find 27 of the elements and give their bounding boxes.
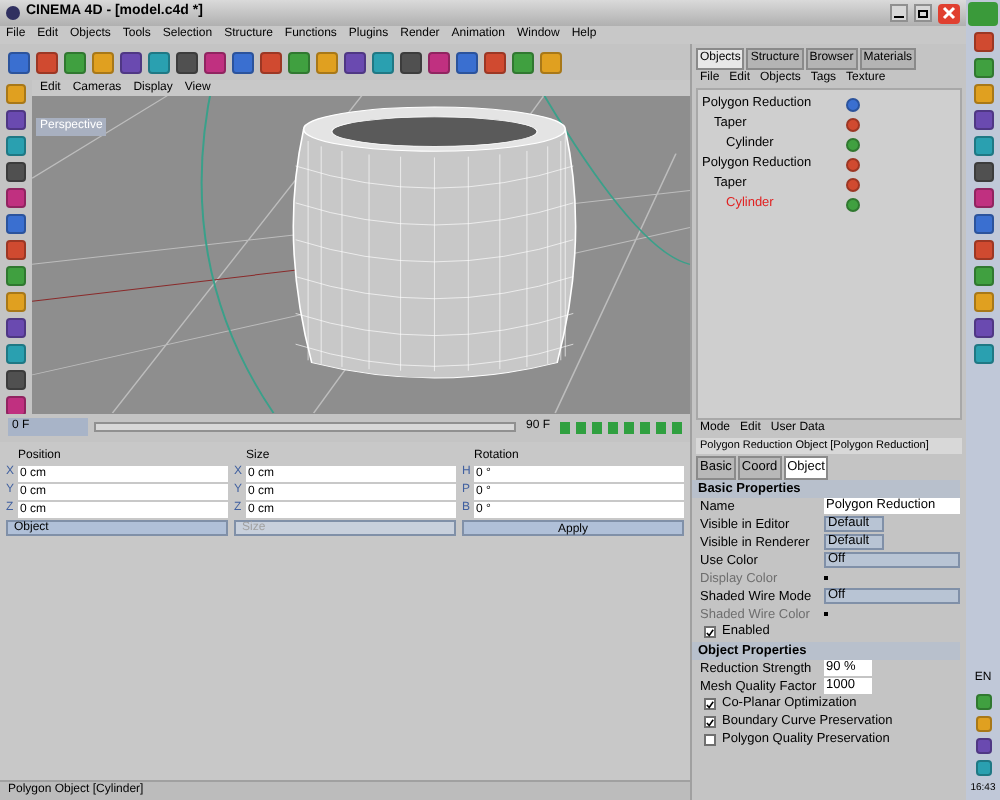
checkbox[interactable] — [704, 698, 716, 711]
tool-icon[interactable] — [484, 51, 506, 73]
tool-icon[interactable] — [64, 51, 86, 73]
app-icon — [6, 6, 20, 20]
tool-icon[interactable] — [176, 51, 198, 73]
start-button[interactable] — [968, 2, 998, 26]
tool-icon[interactable] — [428, 51, 450, 73]
close-icon[interactable] — [938, 3, 960, 23]
checkbox[interactable] — [704, 716, 716, 729]
minimize-icon[interactable] — [890, 4, 908, 22]
tool-icon[interactable] — [456, 51, 478, 73]
tool-icon[interactable] — [344, 51, 366, 73]
tool-icon[interactable] — [512, 51, 534, 73]
checkbox[interactable] — [704, 626, 716, 639]
tool-icon[interactable] — [8, 51, 30, 73]
restore-icon[interactable] — [914, 4, 932, 22]
checkbox[interactable] — [704, 734, 716, 747]
tool-icon[interactable] — [36, 51, 58, 73]
tool-icon[interactable] — [372, 51, 394, 73]
timeline-track[interactable] — [94, 422, 516, 432]
tool-icon[interactable] — [288, 51, 310, 73]
tool-icon[interactable] — [400, 51, 422, 73]
tool-icon[interactable] — [232, 51, 254, 73]
tool-icon[interactable] — [204, 51, 226, 73]
tool-icon[interactable] — [148, 51, 170, 73]
tool-icon[interactable] — [260, 51, 282, 73]
tool-icon[interactable] — [120, 51, 142, 73]
